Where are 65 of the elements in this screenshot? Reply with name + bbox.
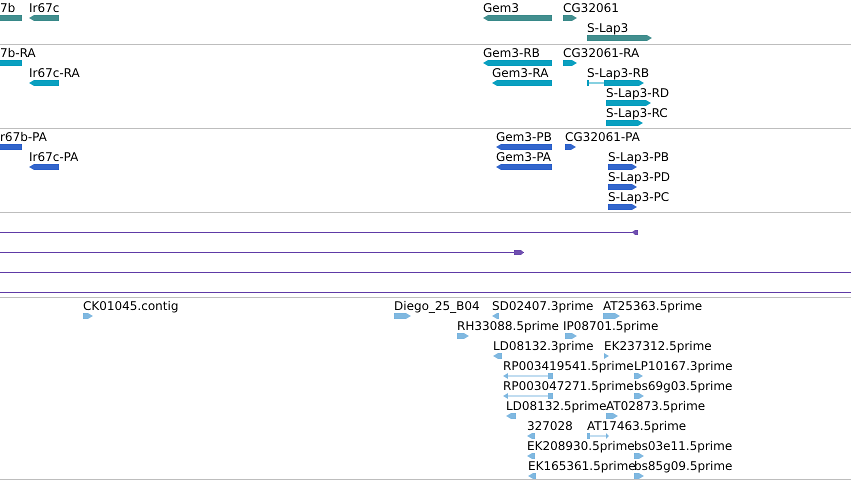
feature-label: S-Lap3-RC [606,106,668,120]
feature-label: EK165361.5prime [528,459,636,473]
feature-glyph[interactable] [483,59,552,67]
feature-label: 7b-RA [0,46,36,60]
feature-label: LP10167.3prime [634,359,733,373]
feature-label: EK237312.5prime [604,339,712,353]
feature-label: Gem3-PA [496,150,552,164]
feature-glyph[interactable] [608,183,637,191]
feature-label: S-Lap3-PB [608,150,670,164]
feature-label: SD02407.3prime [492,299,594,313]
feature-label: RP003419541.5prime [503,359,634,373]
feature-label: Gem3 [483,1,520,15]
feature-label: IP08701.5prime [563,319,658,333]
feature-glyph[interactable] [606,119,643,127]
feature-glyph[interactable] [492,79,552,87]
feature-label: AT02873.5prime [606,399,706,413]
spliced-feature-glyph[interactable] [503,392,553,400]
feature-label: Ir67c [29,1,60,15]
feature-label: CG32061 [563,1,619,15]
feature-label: Ir67c-PA [29,150,78,164]
feature-label: AT25363.5prime [603,299,702,313]
feature-label: bs85g09.5prime [634,459,732,473]
feature-label: CG32061-PA [565,130,640,144]
feature-glyph[interactable] [483,14,552,22]
feature-glyph[interactable] [0,14,22,22]
feature-glyph[interactable] [496,143,552,151]
feature-glyph[interactable] [29,163,59,171]
feature-glyph[interactable] [563,59,577,67]
feature-label: Gem3-PB [496,130,552,144]
feature-label: CG32061-RA [563,46,640,60]
spliced-feature-glyph[interactable] [587,79,644,87]
feature-glyph[interactable] [0,143,22,151]
feature-glyph[interactable] [29,79,59,87]
feature-label: bs69g03.5prime [634,379,732,393]
feature-glyph[interactable] [587,34,652,42]
feature-label: S-Lap3-RD [606,86,670,100]
feature-glyph[interactable] [608,163,637,171]
feature-glyph[interactable] [608,203,637,211]
feature-label: RH33088.5prime [457,319,559,333]
feature-glyph[interactable] [565,143,576,151]
feature-label: Gem3-RB [483,46,540,60]
feature-label: S-Lap3 [587,21,628,35]
feature-glyph[interactable] [563,14,577,22]
feature-label: 7b [0,1,16,15]
feature-label: Gem3-RA [492,66,548,80]
feature-label: Diego_25_B04 [394,299,480,313]
feature-glyph[interactable] [496,163,552,171]
feature-label: Ir67c-RA [29,66,80,80]
feature-glyph[interactable] [606,99,651,107]
feature-glyph[interactable] [29,14,59,22]
feature-label: S-Lap3-RB [587,66,650,80]
feature-label: LD08132.3prime [493,339,594,353]
spliced-feature-glyph[interactable] [503,372,553,380]
feature-label: 327028 [527,419,573,433]
feature-label: CK01045.contig [83,299,178,313]
feature-label: r67b-PA [0,130,47,144]
feature-label: EK208930.5prime [527,439,635,453]
spliced-feature-glyph[interactable] [587,432,609,440]
feature-glyph[interactable] [0,59,22,67]
feature-label: AT17463.5prime [587,419,686,433]
feature-label: S-Lap3-PD [608,170,670,184]
feature-label: LD08132.5prime [506,399,607,413]
feature-label: bs03e11.5prime [634,439,732,453]
feature-label: S-Lap3-PC [608,190,670,204]
feature-label: RP003047271.5prime [503,379,634,393]
